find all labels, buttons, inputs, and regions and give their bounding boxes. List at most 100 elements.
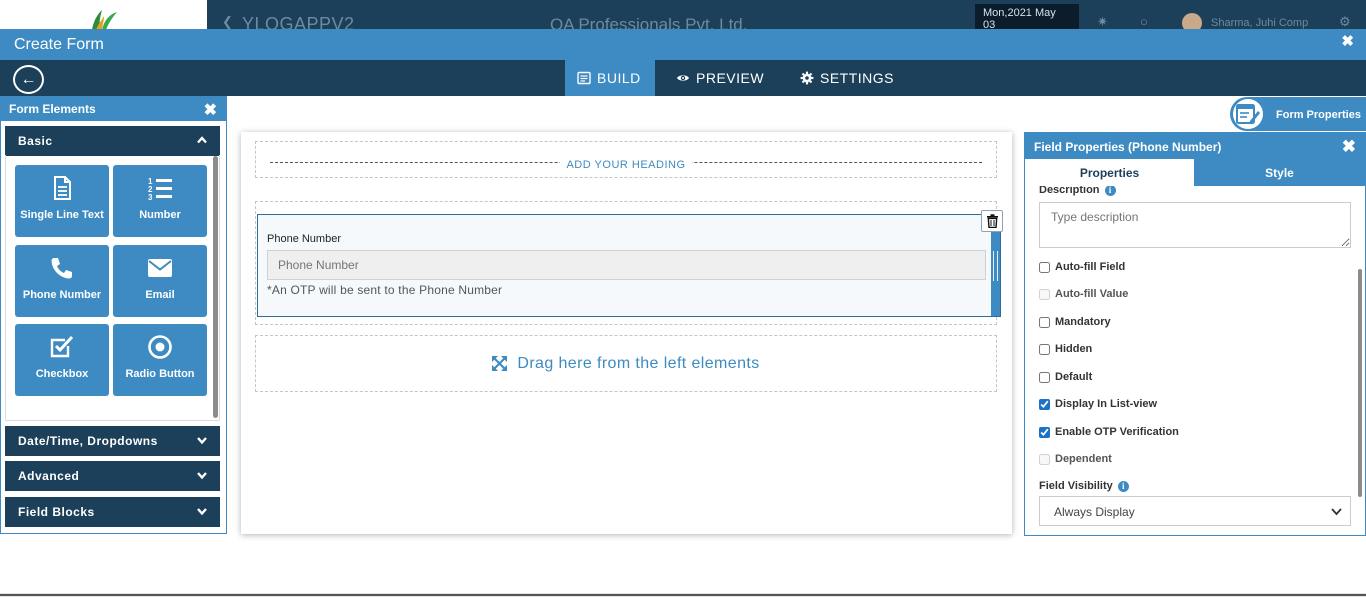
info-icon[interactable]: i xyxy=(1117,480,1129,492)
envelope-icon xyxy=(148,259,172,277)
option-enable-otp-verification[interactable]: Enable OTP Verification xyxy=(1039,425,1179,439)
dialog-title: Create Form xyxy=(14,36,104,53)
option-label: Hidden xyxy=(1055,343,1093,355)
tab-build[interactable]: BUILD xyxy=(565,60,655,96)
delete-field-button[interactable] xyxy=(981,210,1003,232)
accordion-field-blocks[interactable]: Field Blocks xyxy=(5,497,220,527)
svg-text:3: 3 xyxy=(148,193,153,201)
element-number[interactable]: 123 Number xyxy=(113,165,207,237)
option-label: Auto-fill Value xyxy=(1055,288,1129,300)
tab-preview[interactable]: PREVIEW xyxy=(664,60,776,96)
tab-settings[interactable]: SETTINGS xyxy=(788,60,906,96)
element-radio-button[interactable]: Radio Button xyxy=(113,324,207,396)
field-visibility-label-text: Field Visibility xyxy=(1039,480,1113,492)
background-user-name: Sharma, Juhi Comp xyxy=(1211,17,1309,29)
chevron-down-icon xyxy=(197,437,207,445)
option-hidden[interactable]: Hidden xyxy=(1039,342,1092,356)
accordion-advanced[interactable]: Advanced xyxy=(5,461,220,491)
tab-preview-label: PREVIEW xyxy=(696,70,765,86)
option-label: Enable OTP Verification xyxy=(1055,426,1179,438)
properties-body: Description i Auto-fill Field Auto-fill … xyxy=(1039,186,1353,534)
tab-properties[interactable]: Properties xyxy=(1025,159,1194,186)
enable-otp-verification-checkbox[interactable] xyxy=(1039,426,1050,438)
auto-fill-field-checkbox[interactable] xyxy=(1039,261,1050,273)
form-canvas: ADD YOUR HEADING Phone Number *An OTP wi… xyxy=(241,132,1012,534)
accordion-field-blocks-label: Field Blocks xyxy=(18,505,95,519)
gear-icon: ⚙ xyxy=(1339,14,1351,29)
chevron-up-icon xyxy=(197,136,207,144)
description-label: Description i xyxy=(1039,186,1116,196)
accordion-basic-label: Basic xyxy=(18,134,53,148)
field-visibility-select[interactable]: Always Display xyxy=(1039,496,1351,526)
dependent-checkbox xyxy=(1039,453,1050,465)
option-default[interactable]: Default xyxy=(1039,370,1092,384)
add-heading-zone[interactable]: ADD YOUR HEADING xyxy=(255,141,997,178)
checkbox-icon xyxy=(50,335,74,358)
element-checkbox[interactable]: Checkbox xyxy=(15,324,109,396)
elements-scrollbar[interactable] xyxy=(212,156,218,420)
drop-zone[interactable]: Drag here from the left elements xyxy=(255,335,997,392)
background-date: Mon,2021 May 03 xyxy=(975,4,1079,30)
background-logo-area xyxy=(0,0,207,30)
element-single-line-text[interactable]: Single Line Text xyxy=(15,165,109,237)
field-properties-title: Field Properties (Phone Number) xyxy=(1034,140,1222,154)
expand-arrows-icon xyxy=(492,356,508,371)
option-label: Auto-fill Field xyxy=(1055,261,1126,273)
trash-icon xyxy=(986,214,998,228)
chevron-down-icon xyxy=(197,508,207,516)
description-textarea[interactable] xyxy=(1039,202,1351,248)
element-phone-number[interactable]: Phone Number xyxy=(15,245,109,317)
phone-number-input[interactable] xyxy=(267,250,986,280)
info-icon[interactable]: i xyxy=(1104,186,1116,196)
tab-style[interactable]: Style xyxy=(1194,159,1365,186)
scrollbar-thumb[interactable] xyxy=(213,156,218,418)
option-display-in-list-view[interactable]: Display In List-view xyxy=(1039,397,1157,411)
radio-icon xyxy=(148,335,172,359)
element-label: Radio Button xyxy=(125,368,195,380)
default-checkbox[interactable] xyxy=(1039,371,1050,383)
option-label: Mandatory xyxy=(1055,316,1111,328)
close-panel-icon[interactable]: ✖ xyxy=(204,100,217,120)
form-elements-title: Form Elements xyxy=(9,102,96,116)
chevron-down-icon xyxy=(1331,508,1342,516)
close-dialog-icon[interactable]: ✖ xyxy=(1341,32,1354,50)
back-button[interactable]: ← xyxy=(13,65,44,94)
field-label: Phone Number xyxy=(267,233,341,245)
accordion-datetime-dropdowns[interactable]: Date/Time, Dropdowns xyxy=(5,426,220,456)
option-dependent: Dependent xyxy=(1039,452,1112,466)
run-icon: ✷ xyxy=(1097,14,1108,29)
option-auto-fill-value: Auto-fill Value xyxy=(1039,287,1128,301)
chevron-down-icon xyxy=(197,472,207,480)
element-email[interactable]: Email xyxy=(113,245,207,317)
form-properties-button[interactable]: Form Properties xyxy=(1230,97,1366,131)
bottom-edge xyxy=(0,593,1366,597)
hidden-checkbox[interactable] xyxy=(1039,343,1050,355)
form-icon xyxy=(577,71,591,85)
form-elements-header: Form Elements ✖ xyxy=(1,97,226,121)
close-properties-icon[interactable]: ✖ xyxy=(1342,137,1356,157)
bell-icon: ○ xyxy=(1140,14,1148,29)
form-edit-icon xyxy=(1236,104,1260,124)
field-help-text: *An OTP will be sent to the Phone Number xyxy=(267,283,503,297)
element-label: Checkbox xyxy=(35,368,89,380)
properties-scrollbar[interactable] xyxy=(1358,269,1362,497)
properties-tabs: Properties Style xyxy=(1025,159,1365,186)
dialog-titlebar: Create Form ✖ xyxy=(0,29,1366,60)
option-auto-fill-field[interactable]: Auto-fill Field xyxy=(1039,260,1125,274)
field-properties-panel: Field Properties (Phone Number) ✖ Proper… xyxy=(1024,132,1366,536)
phone-number-field[interactable]: Phone Number *An OTP will be sent to the… xyxy=(257,214,1001,317)
display-in-list-view-checkbox[interactable] xyxy=(1039,398,1050,410)
mandatory-checkbox[interactable] xyxy=(1039,316,1050,328)
numbered-list-icon: 123 xyxy=(148,177,172,201)
accordion-basic[interactable]: Basic xyxy=(5,126,220,156)
element-label: Single Line Text xyxy=(20,209,104,221)
grip-lines xyxy=(993,251,998,281)
field-visibility-value: Always Display xyxy=(1054,505,1135,519)
description-label-text: Description xyxy=(1039,186,1100,196)
chevron-left-icon: ❮ xyxy=(222,14,233,29)
form-properties-label: Form Properties xyxy=(1276,109,1361,121)
background-app-name: YLOGAPPV2 xyxy=(242,14,355,30)
background-app-header: ❮ YLOGAPPV2 QA Professionals Pvt. Ltd. M… xyxy=(0,0,1366,30)
phone-icon xyxy=(51,258,72,279)
option-mandatory[interactable]: Mandatory xyxy=(1039,315,1111,329)
